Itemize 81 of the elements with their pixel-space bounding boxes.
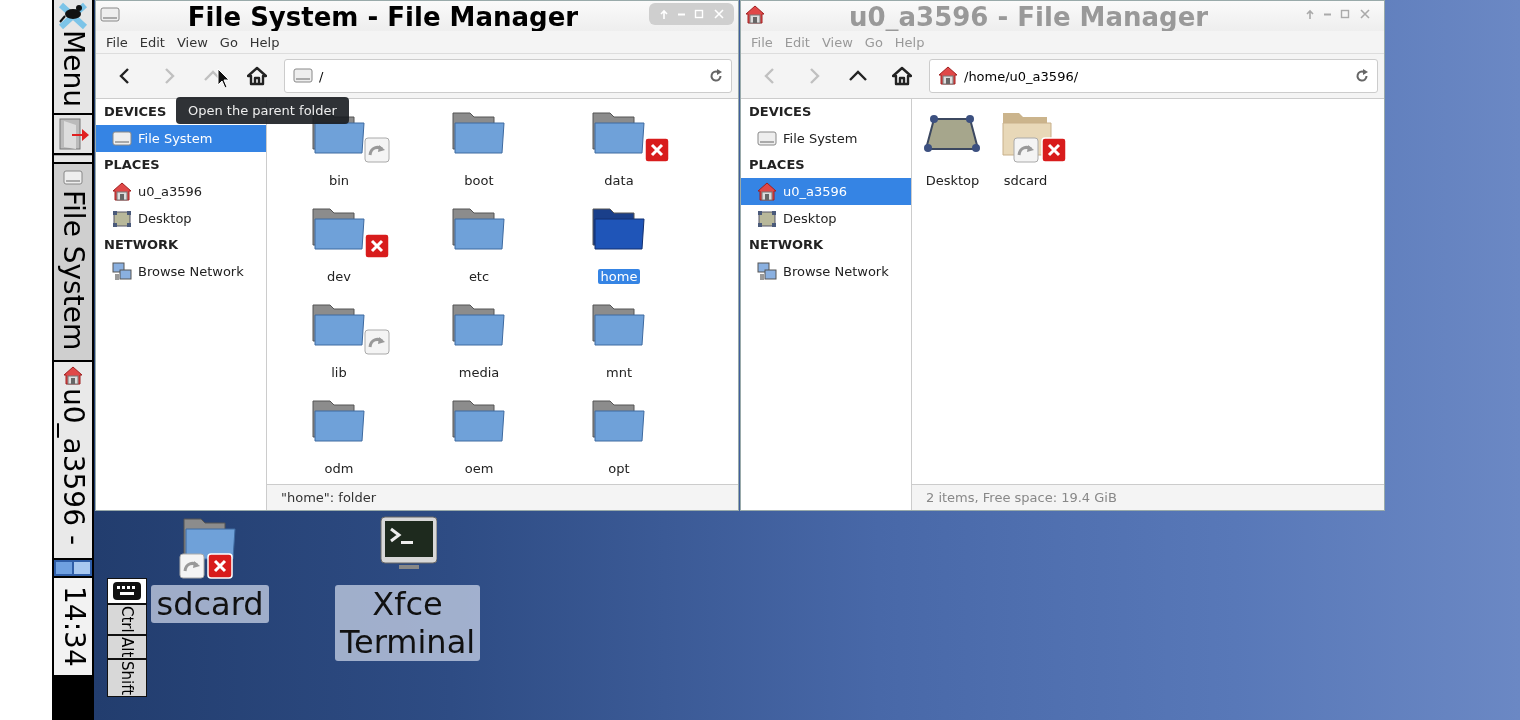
file-name[interactable]: mnt	[603, 365, 635, 380]
file-name[interactable]: Desktop	[922, 173, 983, 188]
menu-item[interactable]: Go	[213, 34, 244, 50]
terminal-icon	[378, 515, 437, 571]
menu-button[interactable]: Menu	[54, 0, 92, 113]
house-icon	[112, 181, 132, 202]
network-icon	[112, 261, 132, 282]
sidebar-item[interactable]: Desktop	[741, 205, 911, 232]
menu-item[interactable]: Edit	[133, 34, 171, 50]
desktop-icon	[757, 208, 777, 229]
cursor-icon	[217, 68, 231, 90]
sidebar-item[interactable]: File System	[96, 125, 266, 152]
file-name[interactable]: odm	[321, 461, 357, 476]
file-name[interactable]: sdcard	[1000, 173, 1051, 188]
section-heading: NETWORK	[748, 236, 824, 254]
keyboard-icon	[112, 580, 142, 602]
reload-icon	[709, 69, 723, 83]
section-heading: DEVICES	[103, 103, 167, 121]
maximize-icon	[1339, 8, 1351, 20]
file-name[interactable]: lib	[328, 365, 350, 380]
file-name[interactable]: dev	[324, 269, 354, 284]
maximize-icon	[693, 8, 705, 20]
status-bar: 2 items, Free space: 19.4 GiB	[912, 484, 1384, 510]
door-exit-icon	[56, 116, 90, 151]
file-name[interactable]: boot	[461, 173, 497, 188]
sidebar-item[interactable]: u0_a3596	[741, 178, 911, 205]
desktop-icon-label[interactable]: sdcard	[151, 585, 269, 623]
file-name[interactable]: data	[601, 173, 637, 188]
file-name[interactable]: opt	[605, 461, 633, 476]
house-icon	[63, 365, 83, 386]
sidebar-item[interactable]: u0_a3596	[96, 178, 266, 205]
drive-icon	[63, 167, 83, 188]
file-name[interactable]: media	[455, 365, 503, 380]
location-field[interactable]: /home/u0_a3596/	[929, 59, 1378, 93]
house-icon	[757, 181, 777, 202]
modifier-key[interactable]: Shift	[108, 660, 146, 697]
minimize-icon	[678, 12, 685, 16]
drive-icon	[100, 5, 120, 25]
drive-icon	[112, 128, 132, 149]
panel-handle[interactable]	[54, 154, 92, 162]
window-title: File System - File Manager	[186, 2, 580, 31]
status-bar: "home": folder	[267, 484, 738, 510]
close-icon	[1359, 8, 1371, 20]
mouse-icon	[58, 2, 88, 30]
file-name[interactable]: etc	[465, 269, 493, 284]
logout-button[interactable]	[54, 114, 92, 153]
section-heading: DEVICES	[748, 103, 812, 121]
network-icon	[757, 261, 777, 282]
desktop-icon	[112, 208, 132, 229]
menu-item[interactable]: File	[100, 34, 134, 50]
section-heading: PLACES	[103, 156, 160, 174]
house-icon	[938, 66, 958, 86]
clock: 14:34	[54, 577, 92, 675]
modifier-key[interactable]: Ctrl	[108, 605, 146, 634]
modifier-key[interactable]: Alt	[108, 635, 146, 658]
keyboard-button[interactable]	[108, 579, 146, 603]
close-icon	[713, 8, 725, 20]
drive-icon	[757, 128, 777, 149]
workspace-pager[interactable]	[54, 559, 92, 576]
house-icon	[745, 5, 765, 25]
up-arrow-icon	[1304, 8, 1316, 20]
sidebar-item[interactable]: File System	[741, 125, 911, 152]
location-field[interactable]: /	[284, 59, 732, 93]
menu-item[interactable]: View	[170, 34, 214, 50]
tooltip: Open the parent folder	[176, 97, 349, 124]
section-heading: PLACES	[748, 156, 805, 174]
section-heading: NETWORK	[103, 236, 179, 254]
sidebar-item[interactable]: Desktop	[96, 205, 266, 232]
file-name[interactable]: bin	[325, 173, 353, 188]
reload-icon	[1355, 69, 1369, 83]
desktop-icon-label[interactable]: Xfce Terminal	[334, 585, 481, 661]
minimize-icon	[1324, 12, 1331, 16]
taskbar-button[interactable]: File System	[54, 163, 92, 360]
sidebar-item[interactable]: Browse Network	[741, 258, 911, 285]
sidebar-item[interactable]: Browse Network	[96, 258, 266, 285]
drive-icon	[293, 66, 313, 86]
taskbar-button[interactable]: u0_a3596 -	[54, 361, 92, 558]
up-arrow-icon	[658, 8, 670, 20]
file-name[interactable]: home	[597, 269, 641, 284]
menu-item[interactable]: Help	[243, 34, 286, 50]
file-name[interactable]: oem	[461, 461, 497, 476]
